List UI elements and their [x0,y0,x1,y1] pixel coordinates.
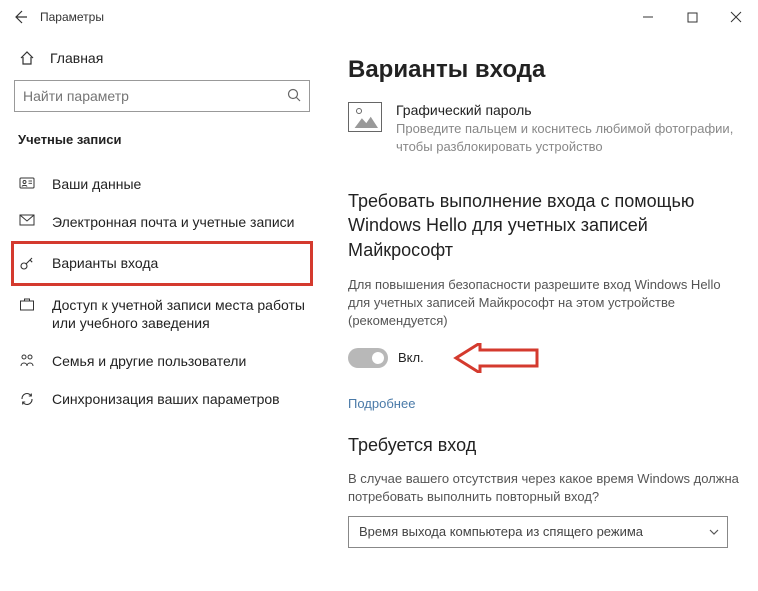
hello-toggle-row: Вкл. [348,343,740,373]
require-signin-dropdown[interactable]: Время выхода компьютера из спящего режим… [348,516,728,548]
nav-item-label: Электронная почта и учетные записи [52,213,294,231]
mail-icon [18,213,36,226]
tile-desc: Проведите пальцем и коснитесь любимой фо… [396,120,740,155]
sidebar-item-work-access[interactable]: Доступ к учетной записи места работы или… [14,286,310,342]
user-icon [18,175,36,190]
page-title: Варианты входа [348,56,740,84]
minimize-button[interactable] [626,0,670,34]
window-controls [626,0,758,34]
content-pane: Варианты входа Графический пароль Провед… [324,34,758,591]
back-button[interactable] [0,0,40,34]
maximize-button[interactable] [670,0,714,34]
chevron-down-icon [709,526,719,538]
titlebar: Параметры [0,0,758,34]
require-signin-desc: В случае вашего отсутствия через какое в… [348,470,740,506]
nav-item-label: Семья и другие пользователи [52,352,246,370]
home-label: Главная [50,50,103,66]
home-icon [18,50,36,66]
sidebar-item-your-info[interactable]: Ваши данные [14,165,310,203]
picture-icon [348,102,382,132]
minimize-icon [642,11,654,23]
back-arrow-icon [12,9,28,25]
family-icon [18,352,36,367]
close-button[interactable] [714,0,758,34]
home-link[interactable]: Главная [14,44,310,80]
search-box[interactable] [14,80,310,112]
dropdown-value: Время выхода компьютера из спящего режим… [359,524,643,539]
tile-title: Графический пароль [396,102,740,118]
close-icon [730,11,742,23]
nav-item-label: Синхронизация ваших параметров [52,390,280,408]
search-icon [287,88,301,105]
key-icon [18,254,36,271]
nav-item-label: Доступ к учетной записи места работы или… [52,296,306,332]
picture-password-tile[interactable]: Графический пароль Проведите пальцем и к… [348,102,740,155]
nav-list: Ваши данные Электронная почта и учетные … [14,165,310,418]
nav-item-label: Ваши данные [52,175,141,193]
category-heading: Учетные записи [14,132,310,165]
maximize-icon [687,12,698,23]
learn-more-link[interactable]: Подробнее [348,396,415,411]
hello-desc: Для повышения безопасности разрешите вхо… [348,276,740,331]
sidebar-item-email[interactable]: Электронная почта и учетные записи [14,203,310,241]
sidebar-item-sync[interactable]: Синхронизация ваших параметров [14,380,310,418]
briefcase-icon [18,296,36,311]
hello-toggle[interactable] [348,348,388,368]
window-title: Параметры [40,10,104,24]
annotation-arrow [452,343,540,373]
sync-icon [18,390,36,407]
toggle-label: Вкл. [398,350,424,365]
sidebar: Главная Учетные записи Ваши данные Элект… [0,34,324,591]
sidebar-item-family[interactable]: Семья и другие пользователи [14,342,310,380]
require-signin-heading: Требуется вход [348,435,740,456]
sidebar-item-signin-options[interactable]: Варианты входа [11,241,313,285]
nav-item-label: Варианты входа [52,254,158,272]
search-input[interactable] [23,88,287,104]
hello-heading: Требовать выполнение входа с помощью Win… [348,189,740,262]
